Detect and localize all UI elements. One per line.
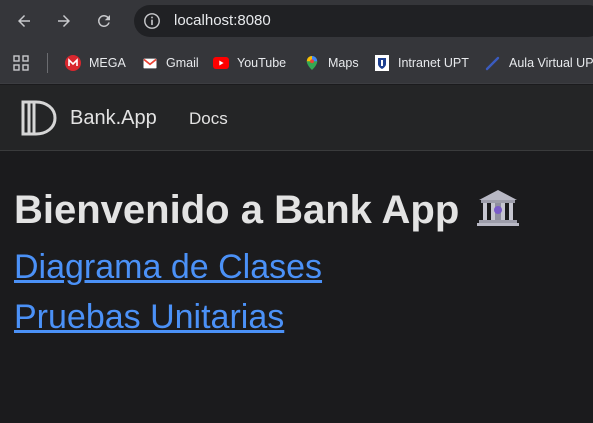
aula-virtual-icon <box>485 55 501 71</box>
bank-building-icon <box>477 190 520 226</box>
brand-title[interactable]: Bank.App <box>70 107 157 130</box>
reload-button[interactable] <box>92 9 116 33</box>
link-diagrama-de-clases[interactable]: Diagrama de Clases <box>14 248 322 287</box>
gmail-icon <box>142 55 158 71</box>
site-navbar: Bank.App Docs <box>0 85 593 151</box>
apps-grid-icon[interactable] <box>13 55 29 71</box>
link-pruebas-unitarias[interactable]: Pruebas Unitarias <box>14 298 284 337</box>
back-button[interactable] <box>12 9 36 33</box>
forward-button[interactable] <box>52 9 76 33</box>
page-title: Bienvenido a Bank App <box>14 188 520 233</box>
docusaurus-logo-icon[interactable] <box>20 99 60 137</box>
site-info-icon[interactable] <box>142 11 162 31</box>
bookmark-maps[interactable]: Maps <box>304 53 359 73</box>
bookmark-intranet-upt[interactable]: Intranet UPT <box>374 53 469 73</box>
nav-link-docs[interactable]: Docs <box>189 109 228 129</box>
main-content: Bienvenido a Bank App Diagrama de Clases… <box>0 152 593 423</box>
reload-icon <box>97 14 110 27</box>
maps-icon <box>304 55 320 71</box>
mega-icon <box>65 55 81 71</box>
bookmark-aula-virtual-upt[interactable]: Aula Virtual UPT <box>485 53 593 73</box>
bookmarks-bar: MEGA Gmail YouTube Maps Intranet UPT Aul… <box>0 42 593 84</box>
arrow-left-icon <box>18 15 30 27</box>
intranet-upt-icon <box>374 55 390 71</box>
title-prefix: Bienvenido a <box>14 188 263 232</box>
address-bar[interactable]: localhost:8080 <box>134 5 593 37</box>
browser-toolbar: localhost:8080 <box>0 0 593 42</box>
url-text[interactable]: localhost:8080 <box>174 12 271 29</box>
bookmarks-divider <box>47 53 48 73</box>
bookmark-mega[interactable]: MEGA <box>65 53 126 73</box>
title-strong: Bank App <box>274 188 460 232</box>
bookmark-youtube[interactable]: YouTube <box>213 53 286 73</box>
youtube-icon <box>213 55 229 71</box>
arrow-right-icon <box>58 15 70 27</box>
bookmark-gmail[interactable]: Gmail <box>142 53 199 73</box>
